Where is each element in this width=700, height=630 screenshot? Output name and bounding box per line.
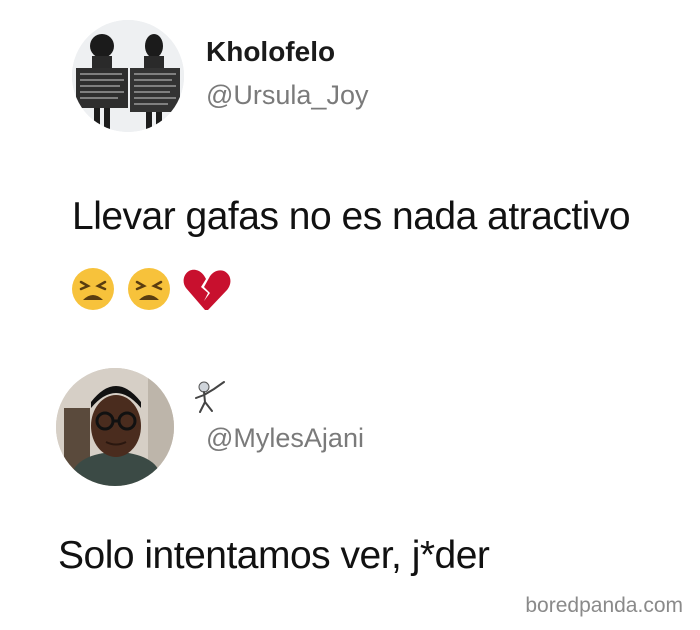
fencer-emoji: [195, 381, 225, 413]
tweet-text: Solo intentamos ver, j*der: [58, 534, 490, 577]
broken-heart-emoji: [183, 269, 231, 310]
display-name[interactable]: Kholofelo: [206, 36, 335, 68]
user-handle[interactable]: @MylesAjani: [206, 423, 364, 454]
avatar-photo-man-glasses: [56, 368, 174, 486]
tired-face-emoji: [128, 268, 170, 310]
avatar[interactable]: [72, 20, 184, 132]
avatar-photo-protesters: [72, 20, 184, 132]
user-handle[interactable]: @Ursula_Joy: [206, 80, 368, 111]
tired-face-emoji: [72, 268, 114, 310]
avatar[interactable]: [56, 368, 174, 486]
tweet-text: Llevar gafas no es nada atractivo: [72, 195, 631, 238]
watermark: boredpanda.com: [525, 594, 683, 617]
